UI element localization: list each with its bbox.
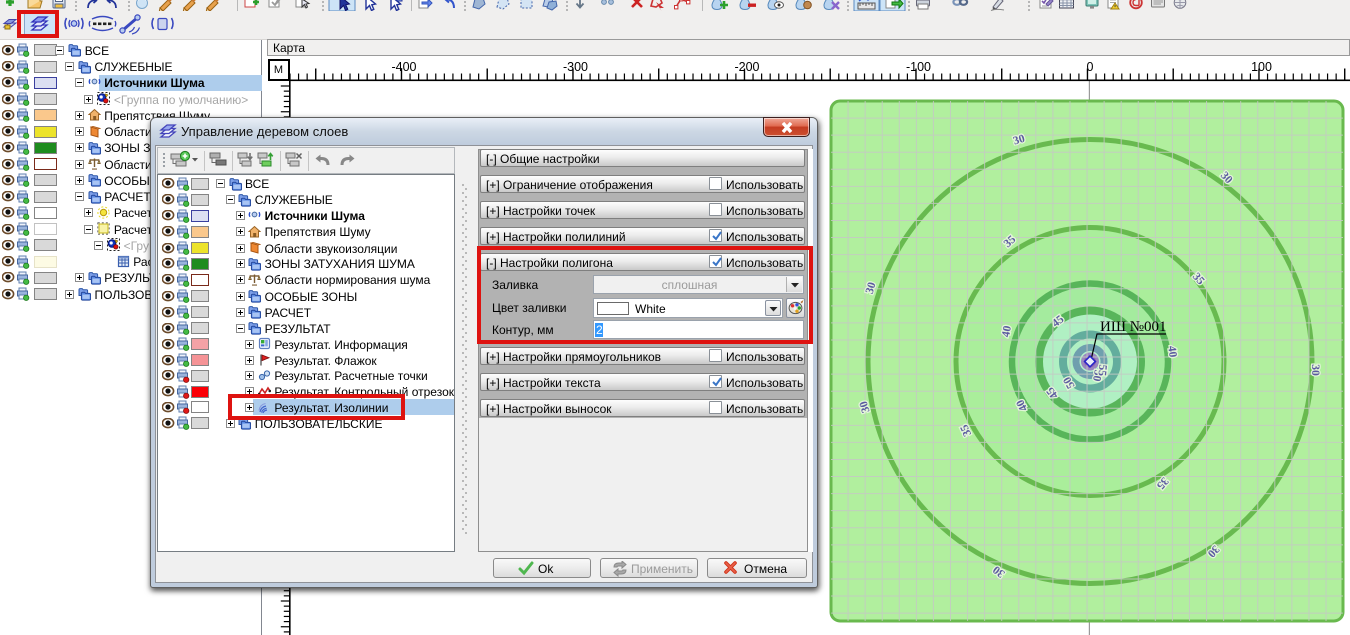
svg-text:40: 40 (1165, 345, 1178, 358)
svg-text:ИШ №001: ИШ №001 (1100, 319, 1167, 335)
svg-text:30: 30 (1309, 364, 1321, 376)
svg-text:40: 40 (1000, 325, 1014, 339)
svg-text:55: 55 (1095, 364, 1108, 377)
